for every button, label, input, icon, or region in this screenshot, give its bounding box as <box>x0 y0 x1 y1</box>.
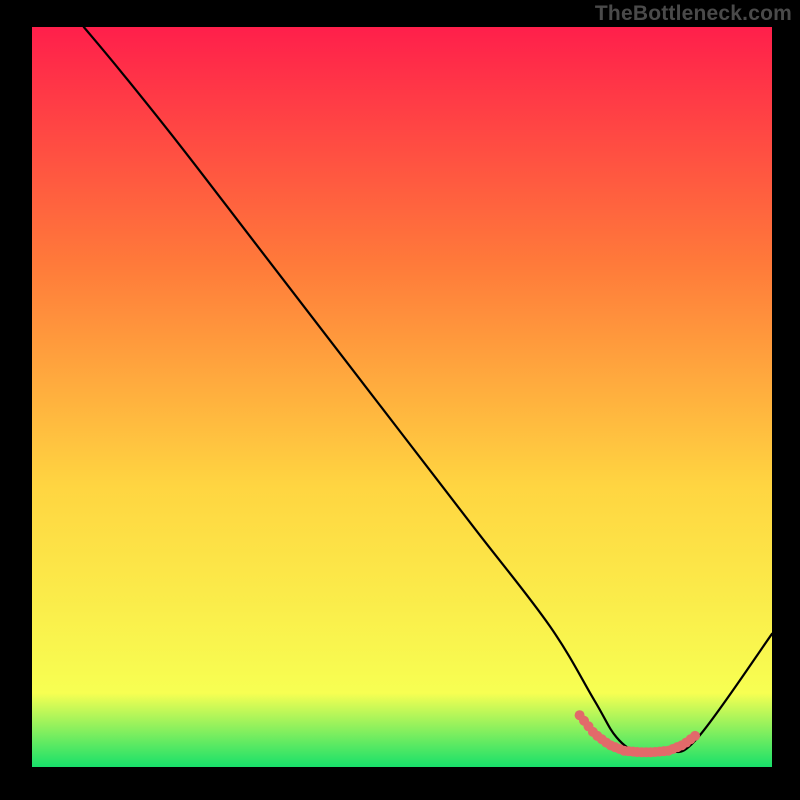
watermark-label: TheBottleneck.com <box>595 2 792 26</box>
chart-frame: TheBottleneck.com <box>0 0 800 800</box>
plot-area <box>32 27 772 767</box>
chart-svg <box>32 27 772 767</box>
gradient-background <box>32 27 772 767</box>
optimal-dot <box>690 731 700 741</box>
